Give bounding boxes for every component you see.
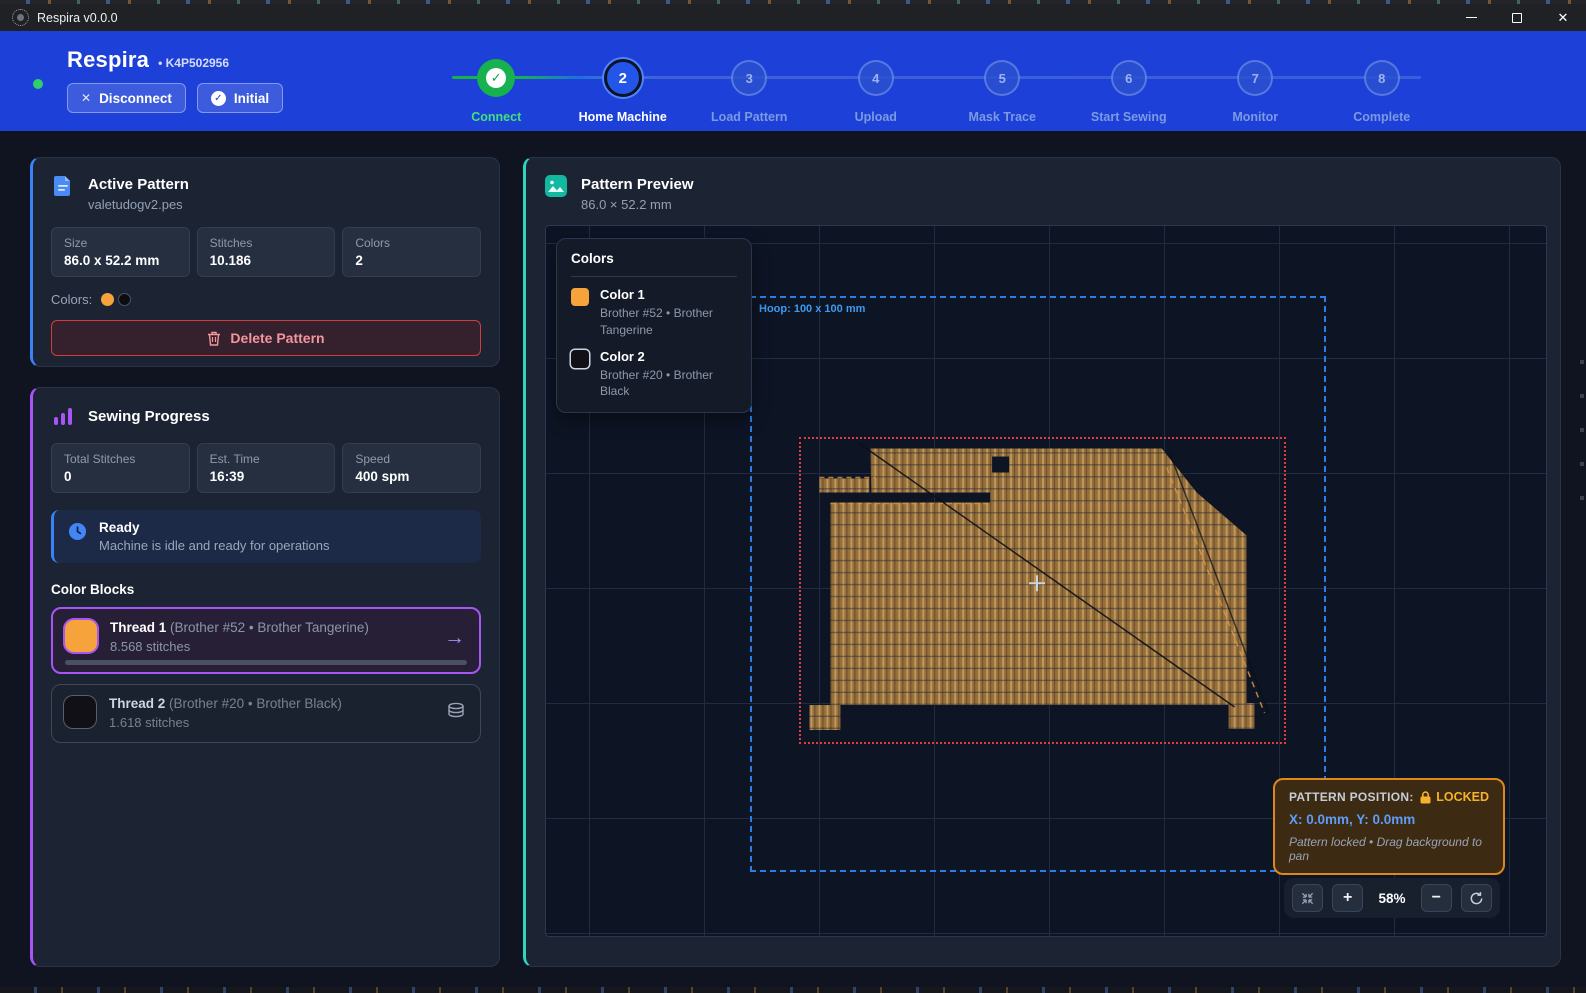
pattern-preview-title: Pattern Preview	[581, 174, 694, 193]
stat-speed: Speed 400 spm	[342, 443, 481, 493]
thread-2-stitches: 1.618 stitches	[109, 715, 342, 730]
divider	[571, 276, 737, 277]
step-home-machine[interactable]: 2 Home Machine	[560, 31, 687, 131]
fit-view-button[interactable]	[1292, 884, 1323, 912]
status-title: Ready	[99, 520, 330, 535]
pattern-position-overlay: PATTERN POSITION: LOCKED X: 0.0mm, Y: 0.…	[1273, 778, 1505, 875]
layers-icon	[446, 701, 466, 726]
maximize-button[interactable]	[1494, 4, 1540, 31]
app-icon	[12, 9, 29, 26]
zoom-controls: + 58% −	[1284, 878, 1500, 918]
minus-icon: −	[1432, 889, 1441, 907]
initial-button[interactable]: ✓ Initial	[197, 83, 283, 113]
thread-1-block[interactable]: Thread 1 (Brother #52 • Brother Tangerin…	[51, 607, 481, 674]
machine-serial: • K4P502956	[158, 56, 229, 70]
active-pattern-card: Active Pattern valetudogv2.pes Size 86.0…	[30, 157, 500, 367]
arrow-right-icon: →	[444, 627, 465, 648]
sewing-progress-title: Sewing Progress	[88, 404, 210, 425]
app-window: Respira v0.0.0 ✕ Respira • K4P502956 ✕ D…	[0, 0, 1586, 993]
close-icon: ✕	[1558, 11, 1569, 24]
brand: Respira • K4P502956	[67, 47, 229, 73]
minimize-icon	[1466, 17, 1477, 19]
position-label: PATTERN POSITION:	[1289, 790, 1414, 804]
maximize-icon	[1512, 13, 1522, 23]
lock-icon	[1420, 791, 1431, 804]
position-hint: Pattern locked • Drag background to pan	[1289, 835, 1489, 863]
initial-check-icon: ✓	[211, 91, 226, 106]
step-connect[interactable]: ✓ Connect	[433, 31, 560, 131]
machine-status-banner: Ready Machine is idle and ready for oper…	[51, 510, 481, 563]
pattern-preview-card: Pattern Preview 86.0 × 52.2 mm Hoop: 100…	[523, 157, 1561, 967]
thread-2-swatch	[64, 696, 96, 728]
clock-icon	[68, 522, 87, 541]
thread-1-swatch	[65, 620, 97, 652]
position-coords: X: 0.0mm, Y: 0.0mm	[1289, 812, 1489, 827]
thread-1-progress-bar	[65, 660, 467, 665]
reset-view-button[interactable]	[1461, 884, 1492, 912]
trash-icon	[207, 331, 221, 346]
colors-legend-panel: Colors Color 1 Brother #52 • Brother Tan…	[556, 238, 752, 413]
reset-view-icon	[1469, 891, 1484, 906]
close-button[interactable]: ✕	[1540, 4, 1586, 31]
stat-total-stitches: Total Stitches 0	[51, 443, 190, 493]
zoom-out-button[interactable]: −	[1421, 884, 1452, 912]
legend-color-2: Color 2 Brother #20 • Brother Black	[571, 349, 737, 401]
titlebar: Respira v0.0.0 ✕	[0, 4, 1586, 31]
legend-swatch-2	[571, 350, 589, 368]
sewing-progress-card: Sewing Progress Total Stitches 0 Est. Ti…	[30, 387, 500, 967]
step-start-sewing[interactable]: 6 Start Sewing	[1066, 31, 1193, 131]
window-title: Respira v0.0.0	[37, 11, 118, 25]
window-controls: ✕	[1448, 4, 1586, 31]
background-window-sliver-bottom	[0, 987, 1586, 993]
step-mask-trace[interactable]: 5 Mask Trace	[939, 31, 1066, 131]
connection-status-dot	[33, 79, 43, 89]
locked-badge: LOCKED	[1436, 790, 1489, 804]
stat-est-time: Est. Time 16:39	[197, 443, 336, 493]
delete-pattern-button[interactable]: Delete Pattern	[51, 320, 481, 356]
zoom-in-button[interactable]: +	[1332, 884, 1363, 912]
active-pattern-title: Active Pattern	[88, 174, 189, 193]
step-done-check-icon: ✓	[486, 68, 506, 88]
thread-1-stitches: 8.568 stitches	[110, 639, 369, 654]
minimize-button[interactable]	[1448, 4, 1494, 31]
color-blocks-label: Color Blocks	[51, 582, 481, 597]
pattern-filename: valetudogv2.pes	[88, 197, 189, 212]
workflow-stepper: ✓ Connect 2 Home Machine 3 Load Pattern …	[433, 31, 1445, 131]
thread-2-detail: (Brother #20 • Brother Black)	[169, 696, 342, 711]
color-dot-2	[118, 293, 131, 306]
stat-size: Size 86.0 x 52.2 mm	[51, 227, 190, 277]
legend-color-1: Color 1 Brother #52 • Brother Tangerine	[571, 287, 737, 339]
thread-2-name: Thread 2	[109, 696, 165, 711]
pattern-bounds	[799, 437, 1286, 744]
image-icon	[544, 174, 568, 198]
step-upload[interactable]: 4 Upload	[813, 31, 940, 131]
disconnect-label: Disconnect	[99, 91, 172, 106]
thread-2-block[interactable]: Thread 2 (Brother #20 • Brother Black) 1…	[51, 684, 481, 743]
status-desc: Machine is idle and ready for operations	[99, 538, 330, 553]
pattern-dimensions: 86.0 × 52.2 mm	[581, 197, 694, 212]
color-dot-1	[101, 293, 114, 306]
fit-view-icon	[1300, 891, 1315, 906]
step-monitor[interactable]: 7 Monitor	[1192, 31, 1319, 131]
app-name: Respira	[67, 47, 149, 73]
disconnect-button[interactable]: ✕ Disconnect	[67, 83, 186, 113]
zoom-level: 58%	[1372, 891, 1411, 906]
stat-colors: Colors 2	[342, 227, 481, 277]
plus-icon: +	[1343, 889, 1352, 907]
thread-1-name: Thread 1	[110, 620, 166, 635]
legend-swatch-1	[571, 288, 589, 306]
thread-1-detail: (Brother #52 • Brother Tangerine)	[170, 620, 369, 635]
step-load-pattern[interactable]: 3 Load Pattern	[686, 31, 813, 131]
document-icon	[51, 174, 75, 198]
scrollbar-hint	[1580, 360, 1584, 510]
preview-canvas[interactable]: Hoop: 100 x 100 mm	[545, 225, 1547, 937]
stat-stitches: Stitches 10.186	[197, 227, 336, 277]
colors-legend-title: Colors	[571, 251, 737, 266]
disconnect-x-icon: ✕	[81, 91, 91, 105]
colors-row-label: Colors:	[51, 292, 92, 307]
app-header: Respira • K4P502956 ✕ Disconnect ✓ Initi…	[0, 31, 1586, 131]
step-complete[interactable]: 8 Complete	[1319, 31, 1446, 131]
initial-label: Initial	[234, 91, 269, 106]
bar-chart-icon	[51, 404, 75, 428]
